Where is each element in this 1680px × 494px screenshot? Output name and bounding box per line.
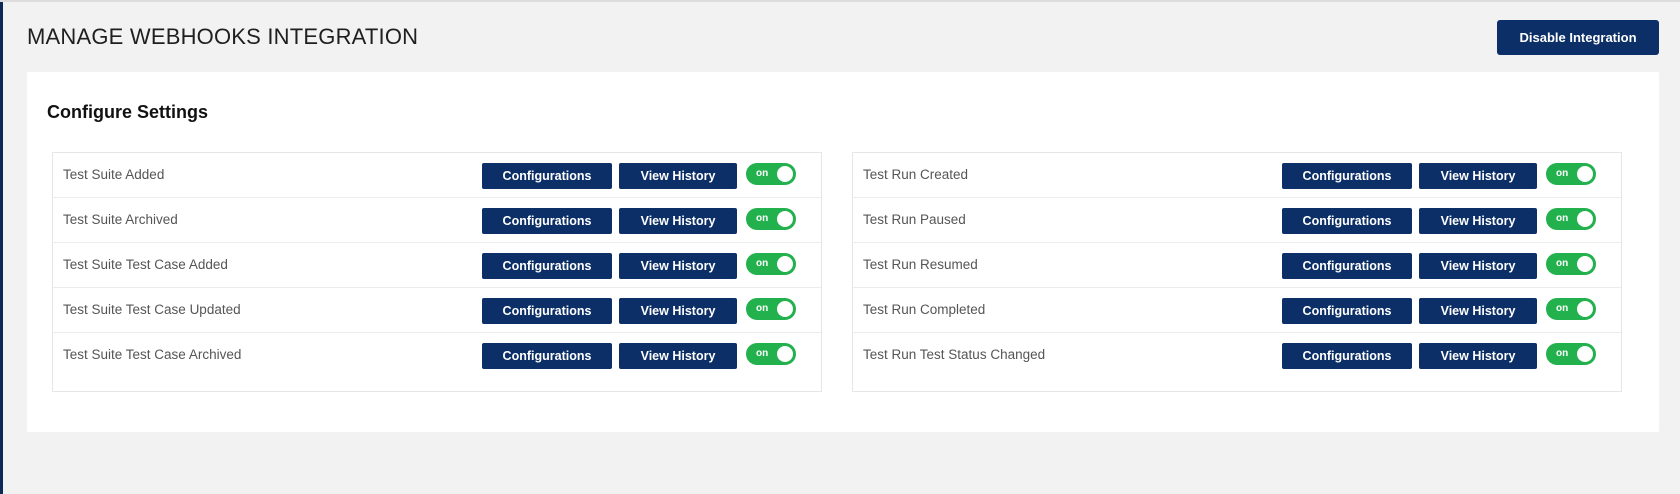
view-history-button[interactable]: View History [1419, 298, 1537, 324]
event-toggle[interactable]: on [746, 253, 796, 275]
toggle-knob [1577, 301, 1593, 317]
view-history-button[interactable]: View History [1419, 253, 1537, 279]
view-history-button[interactable]: View History [1419, 163, 1537, 189]
event-label: Test Run Paused [863, 212, 966, 227]
event-label: Test Run Completed [863, 302, 986, 317]
view-history-button[interactable]: View History [619, 163, 737, 189]
toggle-on-text: on [1556, 168, 1569, 179]
toggle-on-text: on [1556, 303, 1569, 314]
event-row-test-suite-test-case-archived: Test Suite Test Case Archived Configurat… [53, 333, 821, 377]
configurations-button[interactable]: Configurations [482, 298, 612, 324]
toggle-knob [1577, 346, 1593, 362]
event-toggle[interactable]: on [1546, 298, 1596, 320]
toggle-on-text: on [756, 258, 769, 269]
event-toggle[interactable]: on [746, 208, 796, 230]
settings-panel: Configure Settings Test Suite Added Conf… [27, 72, 1659, 432]
event-toggle[interactable]: on [1546, 208, 1596, 230]
view-history-button[interactable]: View History [1419, 208, 1537, 234]
toggle-knob [1577, 166, 1593, 182]
configurations-button[interactable]: Configurations [1282, 163, 1412, 189]
configurations-button[interactable]: Configurations [482, 163, 612, 189]
left-edge-rail [0, 0, 3, 494]
view-history-button[interactable]: View History [619, 343, 737, 369]
toggle-knob [777, 256, 793, 272]
configurations-button[interactable]: Configurations [482, 253, 612, 279]
toggle-on-text: on [756, 348, 769, 359]
event-toggle[interactable]: on [746, 298, 796, 320]
view-history-button[interactable]: View History [619, 253, 737, 279]
view-history-button[interactable]: View History [1419, 343, 1537, 369]
event-row-test-run-test-status-changed: Test Run Test Status Changed Configurati… [853, 333, 1621, 377]
view-history-button[interactable]: View History [619, 298, 737, 324]
event-label: Test Suite Test Case Updated [63, 302, 241, 317]
event-toggle[interactable]: on [1546, 253, 1596, 275]
configurations-button[interactable]: Configurations [1282, 253, 1412, 279]
disable-integration-button[interactable]: Disable Integration [1497, 20, 1659, 55]
event-label: Test Suite Test Case Added [63, 257, 228, 272]
toggle-knob [777, 346, 793, 362]
toggle-on-text: on [1556, 348, 1569, 359]
event-row-test-suite-test-case-updated: Test Suite Test Case Updated Configurati… [53, 288, 821, 333]
configurations-button[interactable]: Configurations [1282, 343, 1412, 369]
configurations-button[interactable]: Configurations [1282, 208, 1412, 234]
event-toggle[interactable]: on [746, 163, 796, 185]
page-title: MANAGE WEBHOOKS INTEGRATION [27, 24, 419, 49]
toggle-knob [777, 301, 793, 317]
event-row-test-run-resumed: Test Run Resumed Configurations View His… [853, 243, 1621, 288]
event-label: Test Run Test Status Changed [863, 347, 1046, 362]
toggle-on-text: on [756, 303, 769, 314]
left-events-list: Test Suite Added Configurations View His… [52, 152, 822, 392]
event-toggle[interactable]: on [746, 343, 796, 365]
event-row-test-run-completed: Test Run Completed Configurations View H… [853, 288, 1621, 333]
event-label: Test Suite Archived [63, 212, 178, 227]
event-row-test-suite-test-case-added: Test Suite Test Case Added Configuration… [53, 243, 821, 288]
configurations-button[interactable]: Configurations [1282, 298, 1412, 324]
event-toggle[interactable]: on [1546, 163, 1596, 185]
top-divider [0, 0, 1680, 2]
event-label: Test Suite Test Case Archived [63, 347, 242, 362]
event-row-test-suite-added: Test Suite Added Configurations View His… [53, 153, 821, 198]
event-row-test-suite-archived: Test Suite Archived Configurations View … [53, 198, 821, 243]
event-row-test-run-created: Test Run Created Configurations View His… [853, 153, 1621, 198]
toggle-knob [1577, 211, 1593, 227]
configurations-button[interactable]: Configurations [482, 208, 612, 234]
toggle-knob [777, 166, 793, 182]
configurations-button[interactable]: Configurations [482, 343, 612, 369]
toggle-on-text: on [1556, 213, 1569, 224]
event-label: Test Suite Added [63, 167, 165, 182]
event-toggle[interactable]: on [1546, 343, 1596, 365]
toggle-knob [1577, 256, 1593, 272]
toggle-on-text: on [756, 168, 769, 179]
section-title: Configure Settings [47, 102, 208, 122]
right-events-list: Test Run Created Configurations View His… [852, 152, 1622, 392]
event-label: Test Run Created [863, 167, 969, 182]
event-row-test-run-paused: Test Run Paused Configurations View Hist… [853, 198, 1621, 243]
view-history-button[interactable]: View History [619, 208, 737, 234]
toggle-on-text: on [756, 213, 769, 224]
toggle-knob [777, 211, 793, 227]
event-label: Test Run Resumed [863, 257, 978, 272]
toggle-on-text: on [1556, 258, 1569, 269]
